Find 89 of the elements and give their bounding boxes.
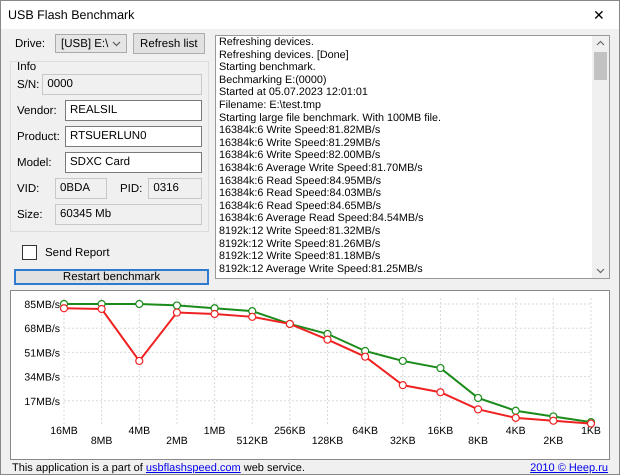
log-line: 16384k:6 Write Speed:81.29MB/s (219, 136, 382, 150)
group-title: Info (17, 61, 38, 73)
point (398, 381, 407, 390)
x-tick-label: 8KB (468, 435, 488, 447)
point (398, 356, 407, 366)
log-line: Starting benchmark. (219, 61, 317, 74)
log-line: Starting large file benchmark. With 100MB file. (219, 112, 442, 124)
checkbox[interactable] (22, 245, 37, 260)
point (210, 310, 219, 318)
scroll-up-icon[interactable] (596, 40, 605, 46)
log-line: Filename: E:\test.tmp (219, 98, 322, 112)
point (135, 356, 144, 366)
footer-text: This application is a part of usbflashspeed.com web service. (12, 462, 305, 474)
point (436, 388, 445, 396)
x-tick-label: 1KB (581, 425, 601, 437)
point (60, 304, 68, 312)
log-line: 16384k:6 Write Speed:82.00MB/s (219, 149, 382, 162)
text-field[interactable]: 0BDA (55, 178, 107, 199)
y-tick-label: 68MB/s (24, 323, 60, 336)
field-label: PID: (120, 182, 142, 194)
field-label: Model: (17, 156, 53, 168)
drive-dropdown[interactable]: [USB] E:\ (55, 34, 128, 53)
y-tick-label: 34MB/s (24, 372, 60, 384)
log-line: Refreshing devices. (219, 36, 315, 49)
field-label: VID: (17, 182, 40, 194)
point (549, 416, 558, 425)
y-tick-label: 85MB/s (24, 299, 60, 311)
x-tick-label: 8MB (90, 435, 112, 447)
log-line: Bechmarking E:(0000) (219, 74, 328, 86)
x-tick-label: 4MB (128, 425, 150, 437)
y-tick-label: 51MB/s (24, 347, 60, 360)
log-line: 16384k:6 Write Speed:81.82MB/s (219, 124, 382, 137)
log-line: 16384k:6 Read Speed:84.65MB/s (219, 200, 382, 212)
restart-benchmark-button[interactable]: Restart benchmark (14, 269, 209, 285)
point (98, 304, 106, 314)
log-line: 16384k:6 Read Speed:84.03MB/s (219, 187, 382, 200)
field-label: Product: (17, 130, 61, 142)
x-tick-label: 16KB (428, 425, 454, 437)
point (512, 406, 520, 415)
text-field[interactable]: REALSIL (65, 100, 202, 121)
text-field[interactable]: RTSUERLUN0 (65, 126, 202, 147)
field-label: Vendor: (17, 104, 58, 116)
log-line: 16384k:6 Read Speed:84.95MB/s (219, 174, 382, 188)
point (361, 352, 370, 361)
text-field[interactable]: 0316 (148, 178, 202, 199)
x-tick-label: 128KB (312, 435, 344, 447)
field-label: Size: (17, 208, 44, 220)
scrollbar[interactable] (592, 36, 609, 278)
x-tick-label: 4KB (506, 425, 526, 437)
x-tick-label: 16MB (50, 425, 78, 437)
text-field[interactable]: 60345 Mb (55, 204, 202, 225)
checkbox-label[interactable]: Send Report (45, 246, 110, 258)
close-icon[interactable]: ✕ (579, 7, 619, 23)
website-link[interactable]: usbflashspeed.com (146, 462, 241, 474)
point (512, 414, 520, 422)
point (474, 394, 482, 402)
field-label: S/N: (17, 78, 40, 90)
log-line: 16384k:6 Average Read Speed:84.54MB/s (219, 212, 424, 225)
point (135, 300, 144, 308)
log-line: Started at 05.07.2023 12:01:01 (219, 86, 369, 99)
x-tick-label: 1MB (204, 425, 226, 437)
log-line: 8192k:12 Write Speed:81.32MB/s (219, 224, 382, 238)
refresh-list-button[interactable]: Refresh list (133, 33, 205, 54)
x-tick-label: 32KB (390, 435, 416, 447)
point (248, 312, 256, 321)
credit-link[interactable]: 2010 © Heep.ru (530, 462, 608, 474)
log-line: 8192k:12 Write Speed:81.18MB/s (219, 250, 382, 263)
log-line: 8192k:12 Write Speed:81.26MB/s (219, 238, 382, 250)
text-field[interactable]: SDXC Card (65, 152, 202, 173)
scroll-thumb[interactable] (594, 52, 607, 80)
point (474, 405, 482, 414)
point (436, 364, 445, 372)
point (172, 301, 182, 310)
caret-icon (112, 40, 122, 46)
drive-label: Drive: (15, 38, 46, 50)
x-tick-label: 64KB (352, 425, 378, 437)
x-tick-label: 2MB (166, 435, 188, 447)
text-field[interactable]: 0000 (42, 74, 202, 95)
window-title: USB Flash Benchmark (8, 8, 134, 22)
point (172, 308, 182, 317)
point (323, 335, 332, 344)
x-tick-label: 256KB (274, 425, 306, 437)
log-line: Refreshing devices. [Done] (219, 48, 350, 62)
scroll-down-icon[interactable] (596, 268, 605, 274)
log-line: 8192k:12 Average Write Speed:81.25MB/s (219, 262, 424, 276)
x-tick-label: 512KB (236, 435, 268, 447)
log-line: 16384k:6 Average Write Speed:81.70MB/s (219, 162, 424, 175)
y-tick-label: 17MB/s (24, 396, 60, 408)
x-tick-label: 2KB (543, 435, 564, 447)
